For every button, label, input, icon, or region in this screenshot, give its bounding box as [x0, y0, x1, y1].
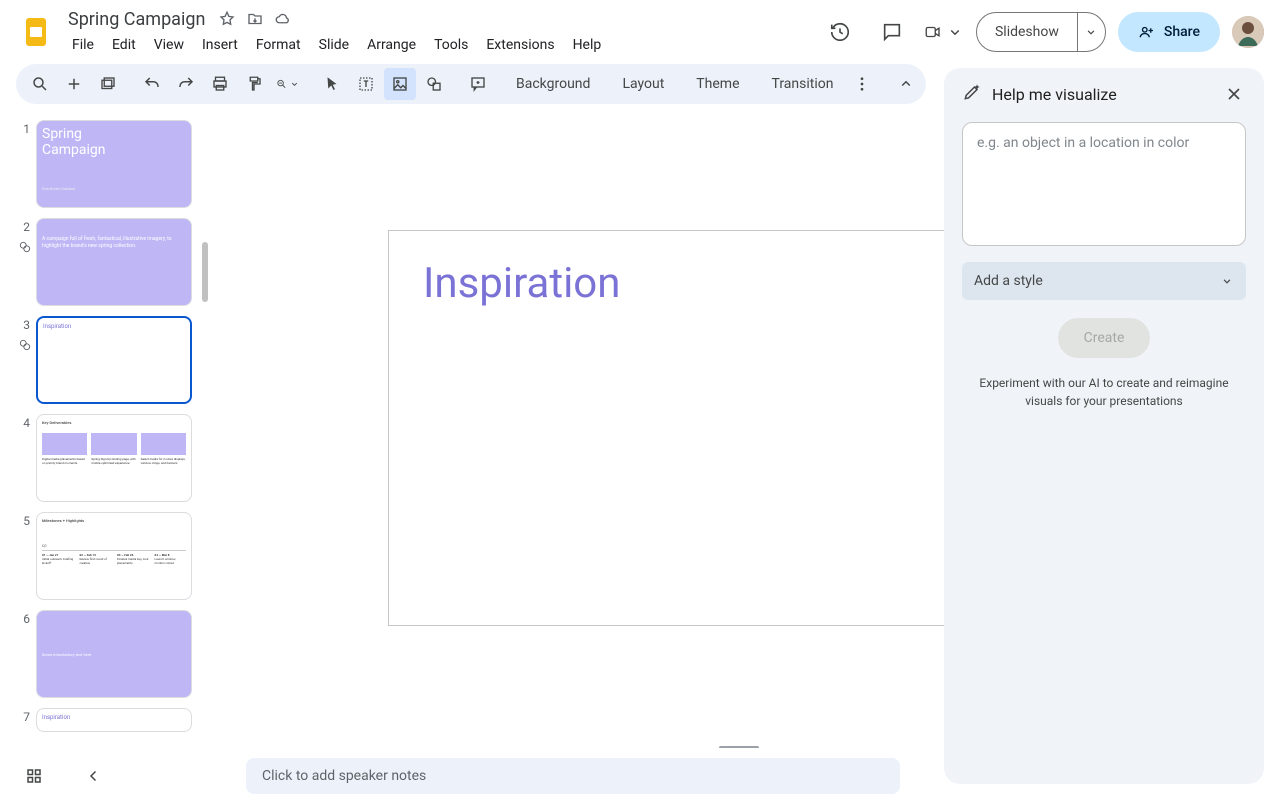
background-button[interactable]: Background — [506, 68, 600, 100]
chevron-down-icon — [1220, 274, 1234, 288]
move-icon[interactable] — [245, 9, 265, 29]
side-panel-hint: Experiment with our AI to create and rei… — [962, 374, 1246, 410]
grid-view-button[interactable] — [16, 758, 52, 794]
slide-thumb-7[interactable]: Inspiration — [36, 708, 192, 732]
document-title[interactable]: Spring Campaign — [64, 7, 209, 32]
slide-thumb-4[interactable]: Key Deliverables Digital media placement… — [36, 414, 192, 502]
menu-slide[interactable]: Slide — [311, 33, 357, 57]
comments-icon[interactable] — [872, 12, 912, 52]
slideshow-button[interactable]: Slideshow — [977, 13, 1077, 51]
speaker-notes-resize-handle[interactable] — [719, 746, 759, 750]
chevron-down-icon — [946, 21, 964, 43]
slideshow-button-group: Slideshow — [976, 12, 1106, 52]
share-label: Share — [1164, 24, 1200, 40]
menu-file[interactable]: File — [64, 33, 102, 57]
help-me-visualize-panel: Help me visualize Add a style Create Exp… — [944, 68, 1264, 784]
theme-button[interactable]: Theme — [686, 68, 749, 100]
slide-number: 1 — [16, 120, 30, 208]
slide-thumb-3[interactable]: Inspiration — [36, 316, 192, 404]
cloud-status-icon[interactable] — [273, 9, 293, 29]
style-dropdown[interactable]: Add a style — [962, 262, 1246, 300]
menu-format[interactable]: Format — [248, 33, 309, 57]
slide-number: 6 — [16, 610, 30, 698]
text-box-tool[interactable] — [350, 68, 382, 100]
menu-extensions[interactable]: Extensions — [478, 33, 562, 57]
new-slide-button[interactable] — [58, 68, 90, 100]
menu-insert[interactable]: Insert — [194, 33, 246, 57]
prompt-input[interactable] — [962, 122, 1246, 246]
transition-button[interactable]: Transition — [762, 68, 844, 100]
speaker-notes-input[interactable]: Click to add speaker notes — [246, 758, 900, 794]
collapse-filmstrip-button[interactable] — [76, 758, 112, 794]
undo-button[interactable] — [136, 68, 168, 100]
slide-thumb-6[interactable]: Some introductory text here — [36, 610, 192, 698]
menu-bar: File Edit View Insert Format Slide Arran… — [64, 32, 812, 58]
animation-badge-icon — [18, 338, 32, 356]
collapse-toolbar-button[interactable] — [890, 68, 922, 100]
sparkle-pen-icon — [962, 82, 982, 106]
history-icon[interactable] — [820, 12, 860, 52]
toolbar: Background Layout Theme Transition — [16, 64, 926, 104]
menu-help[interactable]: Help — [565, 33, 610, 57]
app-header: Spring Campaign File Edit View Insert Fo… — [0, 0, 1280, 64]
slide-number: 4 — [16, 414, 30, 502]
slide-thumb-2[interactable]: A campaign full of fresh, fantastical, i… — [36, 218, 192, 306]
slide-filmstrip[interactable]: 1 SpringCampaign EverGreen Outdoor 2 A c… — [0, 112, 210, 800]
people-icon — [1138, 23, 1156, 41]
close-panel-button[interactable] — [1222, 82, 1246, 106]
print-button[interactable] — [204, 68, 236, 100]
zoom-button[interactable] — [272, 68, 304, 100]
search-button[interactable] — [24, 68, 56, 100]
menu-view[interactable]: View — [146, 33, 192, 57]
more-tools-button[interactable] — [846, 68, 878, 100]
slide-thumb-1[interactable]: SpringCampaign EverGreen Outdoor — [36, 120, 192, 208]
menu-edit[interactable]: Edit — [104, 33, 144, 57]
layout-button[interactable]: Layout — [612, 68, 674, 100]
account-avatar[interactable] — [1232, 16, 1264, 48]
speaker-notes-placeholder: Click to add speaker notes — [262, 768, 426, 784]
style-dropdown-label: Add a style — [974, 273, 1043, 289]
star-icon[interactable] — [217, 9, 237, 29]
share-button[interactable]: Share — [1118, 12, 1220, 52]
image-tool[interactable] — [384, 68, 416, 100]
slide-number: 5 — [16, 512, 30, 600]
footer: Click to add speaker notes — [0, 752, 940, 800]
new-slide-with-layout-button[interactable] — [92, 68, 124, 100]
slide-number: 7 — [16, 708, 30, 732]
menu-tools[interactable]: Tools — [426, 33, 476, 57]
slideshow-dropdown[interactable] — [1077, 13, 1105, 51]
create-button[interactable]: Create — [1058, 318, 1150, 358]
slide-number: 3 — [16, 316, 30, 404]
comment-tool[interactable] — [462, 68, 494, 100]
slide-thumb-5[interactable]: Milestones + Highlights Q1 01 — Jan 21In… — [36, 512, 192, 600]
paint-format-button[interactable] — [238, 68, 270, 100]
slides-logo[interactable] — [16, 12, 56, 52]
animation-badge-icon — [18, 240, 32, 258]
select-tool[interactable] — [316, 68, 348, 100]
chevron-down-icon — [1084, 25, 1098, 39]
shape-tool[interactable] — [418, 68, 450, 100]
slide-number: 2 — [16, 218, 30, 306]
side-panel-title: Help me visualize — [992, 85, 1212, 104]
redo-button[interactable] — [170, 68, 202, 100]
menu-arrange[interactable]: Arrange — [359, 33, 424, 57]
meet-button[interactable] — [924, 12, 964, 52]
chevron-down-icon — [289, 75, 300, 93]
